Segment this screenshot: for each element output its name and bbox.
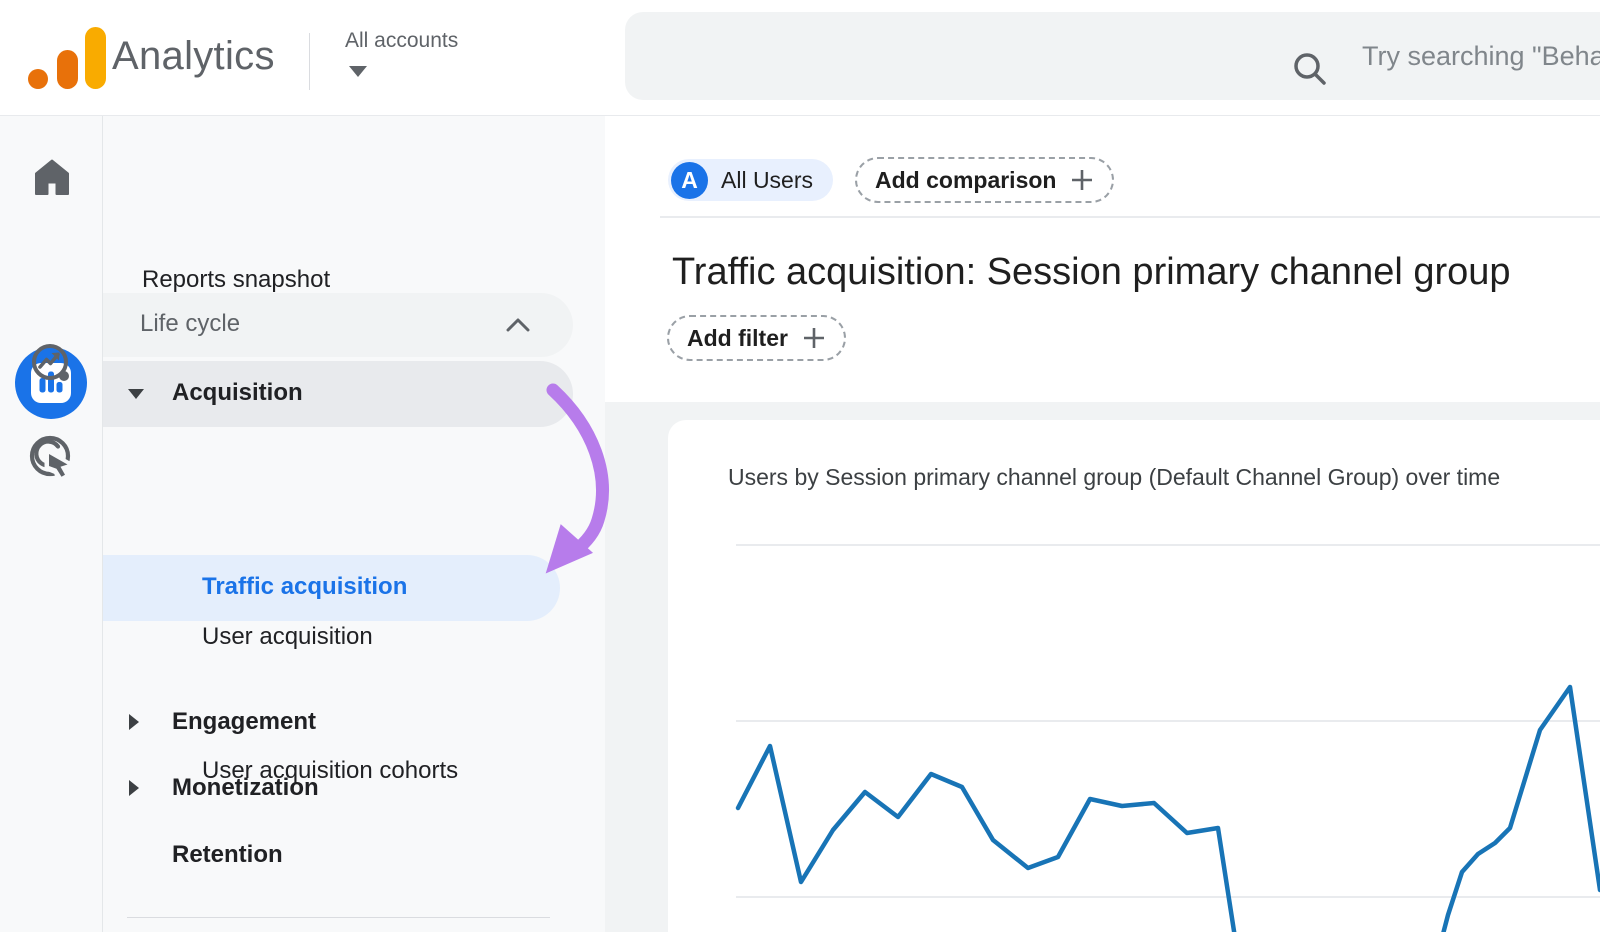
brand-title: Analytics (112, 34, 275, 79)
add-filter-label: Add filter (687, 325, 788, 352)
sidebar-divider-bottom (127, 917, 550, 918)
chart-card: Users by Session primary channel group (… (668, 420, 1600, 932)
life-cycle-label: Life cycle (140, 310, 240, 338)
sidebar-item-traffic-acquisition[interactable]: Traffic acquisition (103, 555, 560, 621)
caret-down-icon (128, 389, 144, 399)
google-analytics-logo-icon[interactable] (28, 26, 106, 90)
acquisition-label: Acquisition (172, 379, 303, 407)
advertising-icon (28, 434, 76, 482)
rail-home-button[interactable] (0, 157, 103, 199)
line-chart (668, 420, 1600, 932)
audience-avatar: A (671, 162, 708, 199)
add-comparison-button[interactable]: Add comparison (855, 157, 1114, 203)
add-filter-button[interactable]: Add filter (667, 315, 846, 361)
rail-explore-button[interactable] (0, 341, 103, 387)
audience-chip-all-users[interactable]: A All Users (668, 159, 833, 201)
monetization-caret-right-icon (129, 780, 139, 796)
engagement-caret-right-icon (129, 714, 139, 730)
top-header: Analytics All accounts (0, 0, 1600, 116)
add-comparison-label: Add comparison (875, 167, 1056, 194)
reports-sidebar: Reports snapshot Realtime Life cycle Acq… (103, 116, 605, 932)
header-divider (309, 33, 310, 90)
analytics-app: Analytics All accounts (0, 0, 1600, 932)
sidebar-group-retention[interactable]: Retention (172, 841, 283, 869)
audience-chip-label: All Users (721, 167, 813, 194)
nav-rail (0, 116, 103, 932)
account-switcher[interactable]: All accounts (345, 29, 458, 53)
sidebar-group-engagement[interactable]: Engagement (172, 708, 316, 736)
page-title: Traffic acquisition: Session primary cha… (672, 251, 1511, 294)
rail-advertising-button[interactable] (0, 434, 103, 482)
sidebar-group-acquisition[interactable]: Acquisition (103, 361, 573, 427)
search-bar[interactable] (625, 12, 1600, 100)
plus-icon (802, 326, 826, 350)
sidebar-item-reports-snapshot[interactable]: Reports snapshot (142, 266, 330, 294)
sidebar-group-monetization[interactable]: Monetization (172, 774, 319, 802)
traffic-acquisition-label: Traffic acquisition (202, 573, 407, 601)
home-icon (31, 157, 73, 199)
sidebar-item-user-acquisition[interactable]: User acquisition (202, 623, 373, 651)
search-input[interactable] (1362, 12, 1600, 100)
explore-icon (29, 341, 75, 387)
sidebar-section-life-cycle[interactable]: Life cycle (103, 293, 573, 357)
plus-icon (1070, 168, 1094, 192)
chevron-up-icon (505, 317, 531, 333)
account-caret-down-icon[interactable] (349, 66, 367, 77)
header-row-divider (660, 216, 1600, 218)
search-icon (1291, 50, 1329, 88)
